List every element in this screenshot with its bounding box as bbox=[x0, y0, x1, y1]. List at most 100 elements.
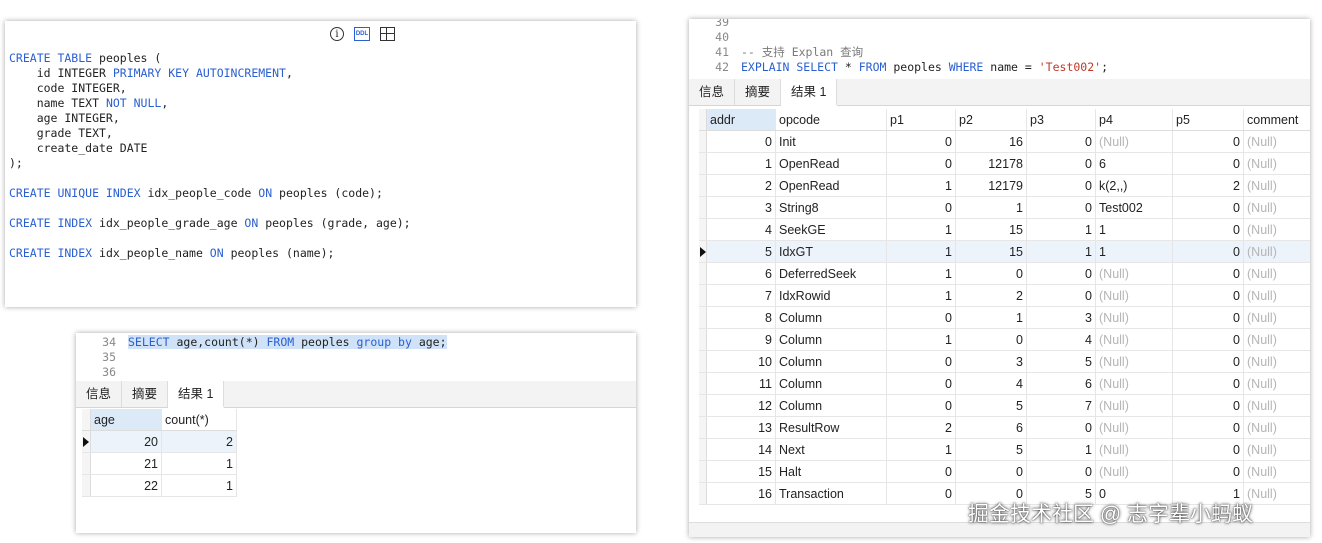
table-cell[interactable]: IdxGT bbox=[775, 240, 887, 263]
column-header[interactable]: p4 bbox=[1095, 109, 1173, 131]
table-cell[interactable]: 1 bbox=[1026, 438, 1096, 461]
table-cell[interactable]: 22 bbox=[90, 474, 162, 497]
table-cell[interactable]: (Null) bbox=[1243, 240, 1310, 263]
column-header[interactable]: comment bbox=[1243, 109, 1310, 131]
table-cell[interactable]: 1 bbox=[1095, 218, 1173, 241]
table-cell[interactable]: (Null) bbox=[1243, 394, 1310, 417]
table-row[interactable]: 13 ResultRow 2 6 0 (Null) 0 (Null) bbox=[699, 416, 1310, 439]
table-cell[interactable]: 1 bbox=[955, 196, 1027, 219]
table-cell[interactable]: (Null) bbox=[1095, 328, 1173, 351]
table-cell[interactable]: 0 bbox=[886, 130, 956, 153]
table-cell[interactable]: 8 bbox=[706, 306, 776, 329]
table-cell[interactable]: (Null) bbox=[1095, 130, 1173, 153]
table-cell[interactable]: SeekGE bbox=[775, 218, 887, 241]
table-cell[interactable]: 1 bbox=[886, 218, 956, 241]
table-cell[interactable]: 5 bbox=[955, 394, 1027, 417]
table-cell[interactable]: String8 bbox=[775, 196, 887, 219]
table-cell[interactable]: Column bbox=[775, 328, 887, 351]
table-cell[interactable]: 7 bbox=[1026, 394, 1096, 417]
table-row[interactable]: 15 Halt 0 0 0 (Null) 0 (Null) bbox=[699, 460, 1310, 483]
table-cell[interactable]: 0 bbox=[1172, 394, 1244, 417]
table-cell[interactable]: 6 bbox=[1095, 152, 1173, 175]
row-gutter[interactable] bbox=[82, 452, 91, 475]
table-cell[interactable]: 6 bbox=[706, 262, 776, 285]
table-cell[interactable]: 14 bbox=[706, 438, 776, 461]
table-cell[interactable]: Column bbox=[775, 394, 887, 417]
table-cell[interactable]: Column bbox=[775, 372, 887, 395]
table-cell[interactable]: 11 bbox=[706, 372, 776, 395]
table-cell[interactable]: 1 bbox=[1095, 240, 1173, 263]
table-cell[interactable]: Column bbox=[775, 306, 887, 329]
table-cell[interactable]: 0 bbox=[1026, 196, 1096, 219]
table-cell[interactable]: OpenRead bbox=[775, 152, 887, 175]
sql-editor[interactable]: 39 40 41 -- 支持 Explan 查询 42 EXPLAIN SELECT * … bbox=[689, 19, 1310, 75]
table-cell[interactable]: (Null) bbox=[1095, 262, 1173, 285]
table-cell[interactable]: (Null) bbox=[1243, 306, 1310, 329]
table-row[interactable]: 6 DeferredSeek 1 0 0 (Null) 0 (Null) bbox=[699, 262, 1310, 285]
table-cell[interactable]: (Null) bbox=[1243, 130, 1310, 153]
table-cell[interactable]: (Null) bbox=[1243, 262, 1310, 285]
row-gutter[interactable] bbox=[82, 474, 91, 497]
table-cell[interactable]: 0 bbox=[706, 130, 776, 153]
table-cell[interactable]: (Null) bbox=[1243, 372, 1310, 395]
row-gutter[interactable] bbox=[699, 438, 707, 461]
table-cell[interactable]: 12 bbox=[706, 394, 776, 417]
row-gutter[interactable] bbox=[699, 218, 707, 241]
tab-summary[interactable]: 摘要 bbox=[735, 79, 782, 105]
tab-info[interactable]: 信息 bbox=[689, 79, 736, 105]
column-header[interactable]: age bbox=[90, 409, 162, 431]
table-cell[interactable]: 1 bbox=[955, 306, 1027, 329]
table-cell[interactable]: (Null) bbox=[1243, 152, 1310, 175]
table-cell[interactable]: 1 bbox=[886, 262, 956, 285]
table-cell[interactable]: 2 bbox=[161, 430, 237, 453]
table-cell[interactable]: 9 bbox=[706, 328, 776, 351]
table-cell[interactable]: Next bbox=[775, 438, 887, 461]
table-cell[interactable]: 1 bbox=[886, 328, 956, 351]
table-cell[interactable]: 0 bbox=[1172, 240, 1244, 263]
table-cell[interactable]: (Null) bbox=[1243, 350, 1310, 373]
row-gutter[interactable] bbox=[699, 394, 707, 417]
table-cell[interactable]: 4 bbox=[955, 372, 1027, 395]
table-cell[interactable]: 0 bbox=[1026, 416, 1096, 439]
table-cell[interactable]: 0 bbox=[886, 306, 956, 329]
table-cell[interactable]: 3 bbox=[706, 196, 776, 219]
table-cell[interactable]: 5 bbox=[706, 240, 776, 263]
table-cell[interactable]: 2 bbox=[955, 284, 1027, 307]
table-cell[interactable]: (Null) bbox=[1095, 438, 1173, 461]
table-cell[interactable]: (Null) bbox=[1095, 284, 1173, 307]
table-row[interactable]: 1 OpenRead 0 12178 0 6 0 (Null) bbox=[699, 152, 1310, 175]
table-cell[interactable]: 1 bbox=[161, 474, 237, 497]
table-cell[interactable]: 6 bbox=[1026, 372, 1096, 395]
table-cell[interactable]: 1 bbox=[886, 240, 956, 263]
table-cell[interactable]: 13 bbox=[706, 416, 776, 439]
table-row[interactable]: 8 Column 0 1 3 (Null) 0 (Null) bbox=[699, 306, 1310, 329]
row-gutter[interactable] bbox=[699, 284, 707, 307]
table-cell[interactable]: 16 bbox=[706, 482, 776, 505]
column-header[interactable]: p2 bbox=[955, 109, 1027, 131]
table-row[interactable]: 2 OpenRead 1 12179 0 k(2,,) 2 (Null) bbox=[699, 174, 1310, 197]
row-gutter[interactable] bbox=[699, 174, 707, 197]
table-cell[interactable]: 5 bbox=[955, 438, 1027, 461]
table-row[interactable]: 11 Column 0 4 6 (Null) 0 (Null) bbox=[699, 372, 1310, 395]
row-gutter[interactable] bbox=[699, 350, 707, 373]
table-cell[interactable]: 0 bbox=[1172, 196, 1244, 219]
table-cell[interactable]: 0 bbox=[1172, 372, 1244, 395]
table-cell[interactable]: 12179 bbox=[955, 174, 1027, 197]
table-cell[interactable]: (Null) bbox=[1243, 328, 1310, 351]
table-cell[interactable]: 0 bbox=[1172, 350, 1244, 373]
table-cell[interactable]: (Null) bbox=[1095, 306, 1173, 329]
table-cell[interactable]: 2 bbox=[706, 174, 776, 197]
table-cell[interactable]: (Null) bbox=[1095, 350, 1173, 373]
grid-layout-icon[interactable] bbox=[380, 27, 395, 41]
table-cell[interactable]: 0 bbox=[1172, 306, 1244, 329]
table-cell[interactable]: 0 bbox=[1026, 460, 1096, 483]
table-cell[interactable]: 4 bbox=[706, 218, 776, 241]
table-cell[interactable]: IdxRowid bbox=[775, 284, 887, 307]
table-cell[interactable]: 0 bbox=[1172, 218, 1244, 241]
table-cell[interactable]: 3 bbox=[955, 350, 1027, 373]
table-cell[interactable]: 0 bbox=[1172, 416, 1244, 439]
table-cell[interactable]: (Null) bbox=[1243, 196, 1310, 219]
table-row[interactable]: 21 1 bbox=[82, 452, 237, 475]
row-gutter[interactable] bbox=[82, 430, 91, 453]
table-row[interactable]: 14 Next 1 5 1 (Null) 0 (Null) bbox=[699, 438, 1310, 461]
